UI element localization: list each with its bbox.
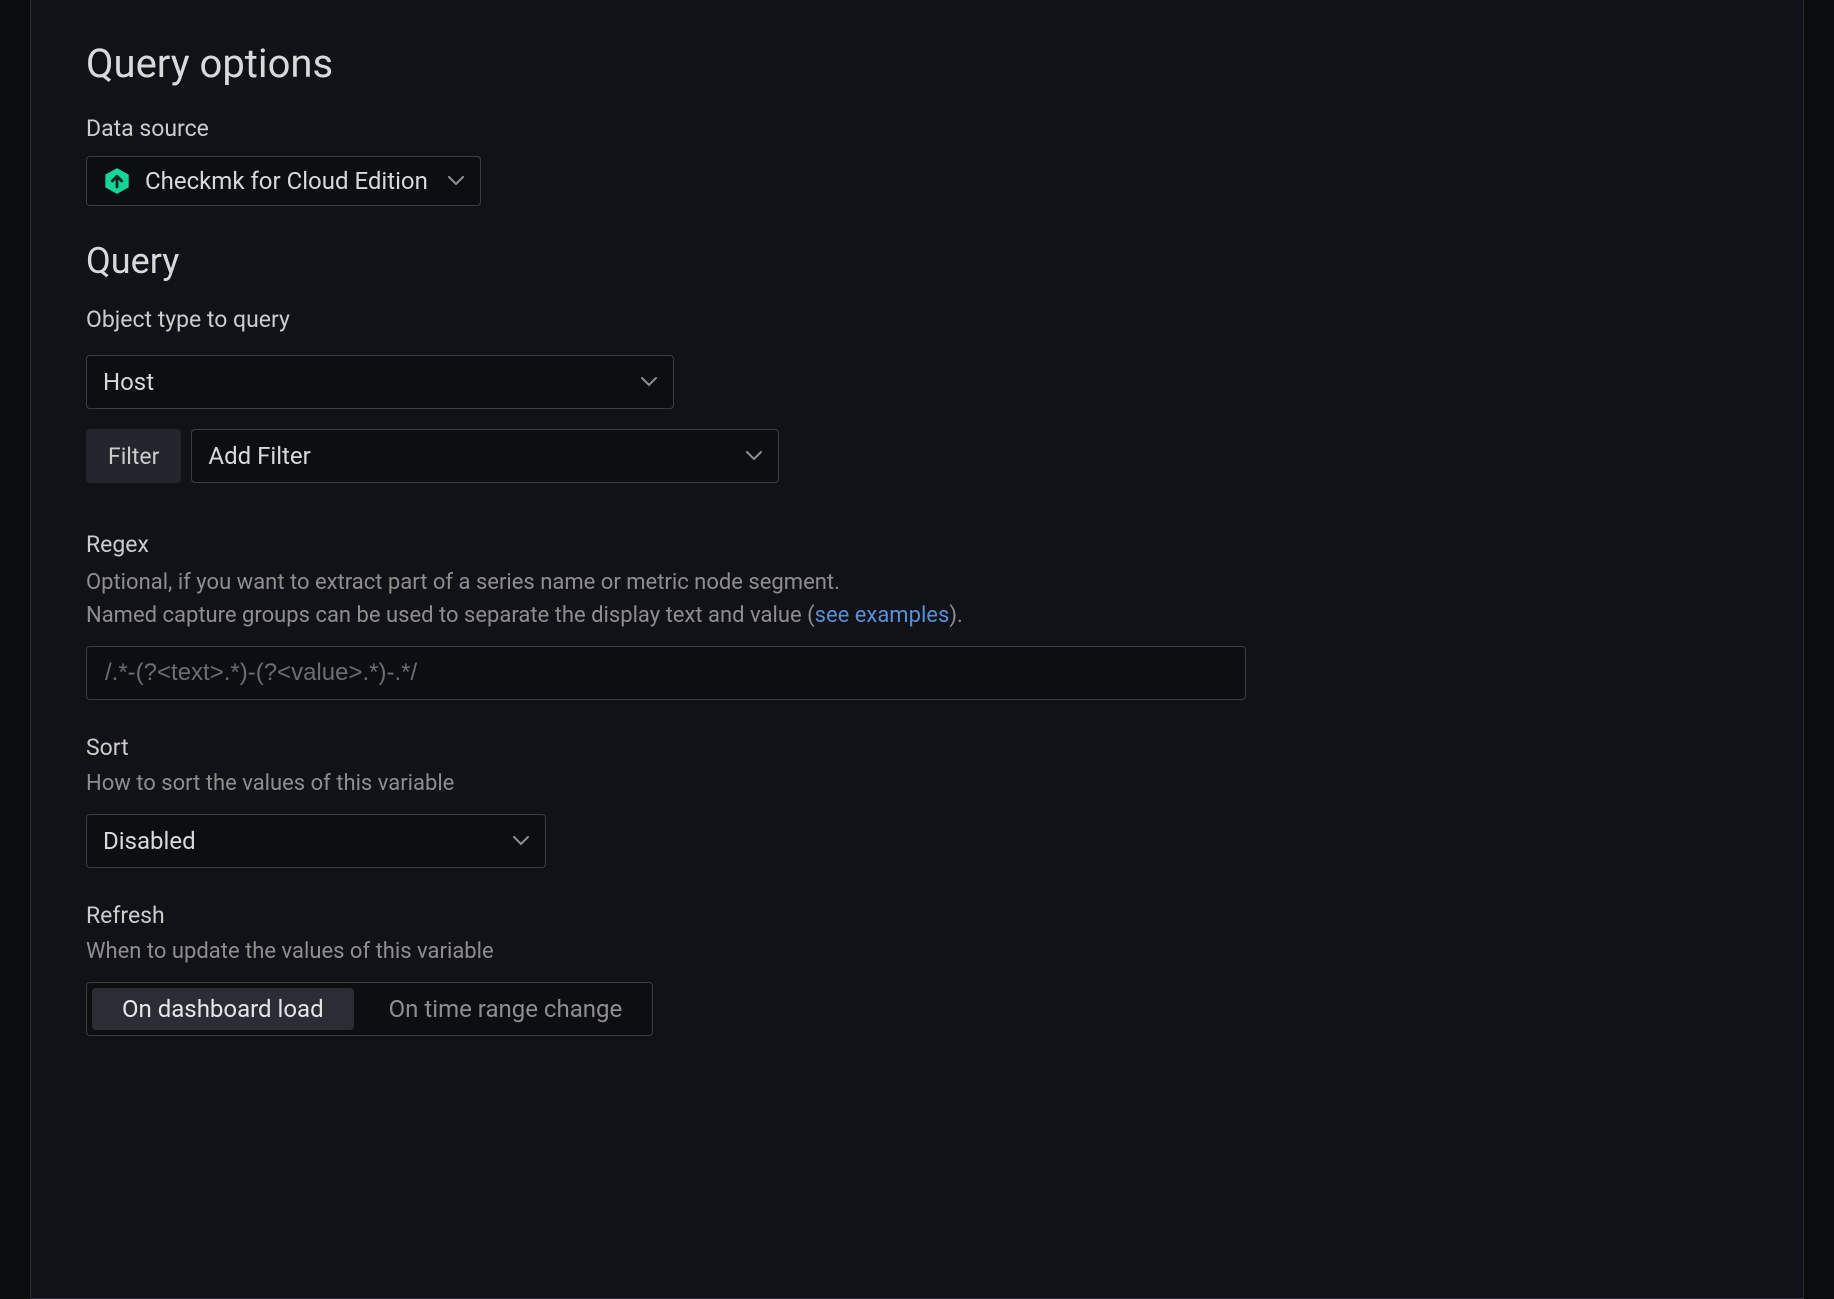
regex-desc-line2-post: ). bbox=[949, 603, 962, 628]
object-type-label: Object type to query bbox=[86, 306, 1748, 333]
regex-label: Regex bbox=[86, 531, 1748, 558]
refresh-label: Refresh bbox=[86, 902, 1748, 929]
chevron-down-icon bbox=[746, 451, 762, 461]
object-type-field: Object type to query Host bbox=[86, 306, 1748, 409]
regex-field: Regex Optional, if you want to extract p… bbox=[86, 531, 1748, 700]
object-type-select[interactable]: Host bbox=[86, 355, 674, 409]
sort-label: Sort bbox=[86, 734, 1748, 761]
data-source-label: Data source bbox=[86, 115, 1748, 142]
refresh-toggle: On dashboard load On time range change bbox=[86, 982, 653, 1036]
data-source-select[interactable]: Checkmk for Cloud Edition bbox=[86, 156, 481, 206]
regex-description: Optional, if you want to extract part of… bbox=[86, 566, 1186, 632]
sort-description: How to sort the values of this variable bbox=[86, 767, 1186, 800]
object-type-value: Host bbox=[103, 368, 154, 396]
add-filter-select[interactable]: Add Filter bbox=[191, 429, 779, 483]
data-source-value: Checkmk for Cloud Edition bbox=[145, 167, 428, 195]
filter-label: Filter bbox=[86, 429, 181, 483]
regex-input[interactable] bbox=[86, 646, 1246, 700]
section-title: Query options bbox=[86, 40, 1748, 87]
chevron-down-icon bbox=[448, 176, 464, 186]
chevron-down-icon bbox=[641, 377, 657, 387]
see-examples-link[interactable]: see examples bbox=[815, 603, 950, 628]
add-filter-text: Add Filter bbox=[208, 442, 310, 470]
sort-select[interactable]: Disabled bbox=[86, 814, 546, 868]
sort-value: Disabled bbox=[103, 827, 196, 855]
query-heading: Query bbox=[86, 240, 1748, 282]
regex-desc-line1: Optional, if you want to extract part of… bbox=[86, 570, 840, 595]
filter-row: Filter Add Filter bbox=[86, 429, 1748, 483]
regex-desc-line2-pre: Named capture groups can be used to sepa… bbox=[86, 603, 815, 628]
refresh-on-dashboard-load[interactable]: On dashboard load bbox=[92, 988, 354, 1030]
refresh-on-time-range-change[interactable]: On time range change bbox=[359, 983, 653, 1035]
data-source-field: Data source Checkmk for Cloud Edition bbox=[86, 115, 1748, 206]
refresh-field: Refresh When to update the values of thi… bbox=[86, 902, 1748, 1036]
sort-field: Sort How to sort the values of this vari… bbox=[86, 734, 1748, 868]
query-options-panel: Query options Data source Checkmk for Cl… bbox=[30, 0, 1804, 1299]
checkmk-icon bbox=[103, 167, 131, 195]
chevron-down-icon bbox=[513, 836, 529, 846]
refresh-description: When to update the values of this variab… bbox=[86, 935, 1186, 968]
